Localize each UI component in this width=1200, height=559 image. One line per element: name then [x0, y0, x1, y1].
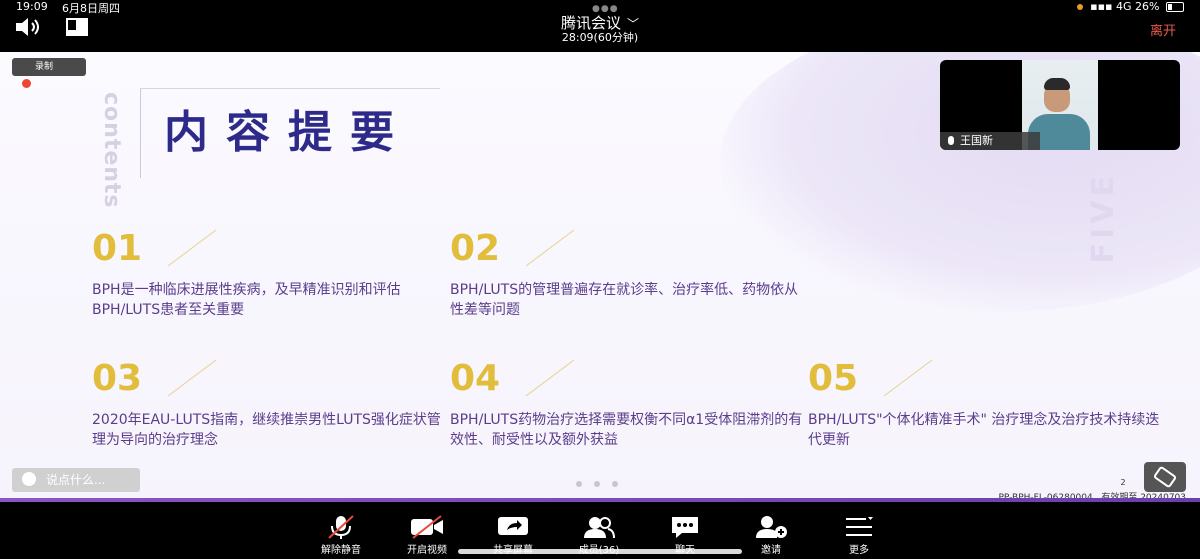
toolbar-label: 开启视频 — [407, 545, 447, 556]
chat-placeholder: 说点什么... — [46, 473, 106, 487]
mic-icon — [948, 136, 954, 145]
camera-off-icon — [411, 515, 443, 539]
page-dot[interactable] — [612, 481, 618, 487]
decor-line — [140, 88, 440, 89]
person-hair — [1044, 78, 1070, 90]
rotate-screen-button[interactable] — [1144, 462, 1186, 492]
toolbar-label: 更多 — [849, 545, 869, 556]
decor-line — [140, 88, 141, 178]
slash-decor-icon — [883, 359, 933, 397]
recording-badge[interactable]: 录制中 — [12, 58, 86, 90]
slide-bottom-bar — [0, 498, 1200, 502]
rotate-icon — [1153, 466, 1177, 488]
meeting-toolbar: 解除静音 开启视频 共享屏幕 成员(36) 聊天 — [0, 503, 1200, 559]
record-dot-icon — [22, 79, 31, 88]
slash-decor-icon — [167, 229, 217, 267]
page-dot[interactable] — [576, 481, 582, 487]
item-number: 01 — [92, 228, 143, 269]
item-text: BPH/LUTS的管理普遍存在就诊率、治疗率低、药物依从性差等问题 — [450, 282, 799, 318]
item-number: 03 — [92, 358, 143, 399]
chat-input[interactable]: 说点什么... — [12, 468, 140, 492]
side-word: FIVE — [1086, 172, 1121, 264]
more-icon — [846, 517, 873, 536]
invite-icon — [756, 516, 787, 538]
chat-icon — [672, 517, 698, 538]
item-number: 05 — [808, 358, 859, 399]
slash-decor-icon — [167, 359, 217, 397]
item-text: BPH是一种临床进展性疾病，及早精准识别和评估BPH/LUTS患者至关重要 — [92, 282, 401, 318]
item-text: BPH/LUTS药物治疗选择需要权衡不同α1受体阻滞剂的有效性、耐受性以及额外获… — [450, 412, 803, 448]
emoji-icon[interactable] — [22, 472, 36, 486]
page-dot[interactable] — [594, 481, 600, 487]
leave-button[interactable]: 离开 — [1150, 20, 1176, 39]
slash-decor-icon — [525, 359, 575, 397]
toolbar-label: 邀请 — [761, 545, 781, 556]
toolbar-label: 解除静音 — [321, 545, 361, 556]
members-icon — [584, 517, 615, 539]
home-indicator[interactable] — [458, 549, 742, 554]
participant-name-tag: 王国新 — [940, 132, 1040, 150]
participant-video[interactable]: 王国新 — [940, 60, 1180, 150]
item-text: 2020年EAU-LUTS指南，继续推崇男性LUTS强化症状管理为导向的治疗理念 — [92, 412, 441, 448]
item-text: BPH/LUTS"个体化精准手术" 治疗理念及治疗技术持续迭代更新 — [808, 412, 1160, 448]
meeting-duration: 28:09(60分钟) — [561, 31, 639, 44]
unmute-button[interactable]: 解除静音 — [298, 503, 384, 559]
share-screen-icon — [498, 517, 528, 535]
item-number: 04 — [450, 358, 501, 399]
footer-superscript: 2 — [1120, 478, 1126, 487]
participant-name: 王国新 — [960, 134, 993, 147]
mic-muted-icon — [328, 515, 354, 539]
recording-label: 录制中 — [35, 62, 54, 90]
contents-word: contents — [99, 92, 124, 209]
meeting-topbar: ●●● 腾讯会议 ﹀ 28:09(60分钟) 离开 — [0, 0, 1200, 46]
page-indicator[interactable] — [576, 472, 630, 491]
page-title: 内容提要 — [164, 107, 412, 158]
more-button[interactable]: 更多 — [816, 503, 902, 559]
slash-decor-icon — [525, 229, 575, 267]
item-number: 02 — [450, 228, 501, 269]
